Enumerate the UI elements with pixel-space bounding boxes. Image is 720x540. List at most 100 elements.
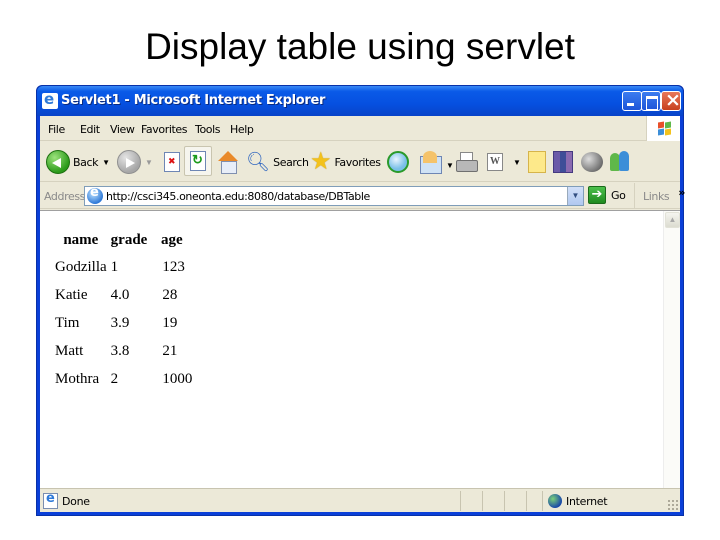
- maximize-button[interactable]: [641, 91, 661, 111]
- messenger-button[interactable]: [581, 148, 603, 176]
- browser-chrome: File Edit View Favorites Tools Help Back…: [40, 116, 685, 512]
- status-divider: [542, 491, 543, 511]
- back-label: Back: [73, 155, 99, 169]
- links-label: Links: [643, 189, 670, 203]
- table-row: Mothra 2 1000: [54, 365, 193, 393]
- stop-icon: [164, 152, 180, 172]
- favorites-label: Favorites: [334, 155, 381, 169]
- cell-name: Godzilla: [55, 258, 107, 275]
- menu-view[interactable]: View: [110, 123, 135, 136]
- go-button[interactable]: ➔ Go: [588, 186, 626, 204]
- title-bar[interactable]: Servlet1 - Microsoft Internet Explorer: [37, 86, 683, 116]
- status-divider: [504, 491, 505, 511]
- search-icon: 🔍︎: [246, 151, 271, 173]
- links-toolbar[interactable]: Links »: [634, 183, 685, 209]
- vertical-scrollbar[interactable]: ▲ ▼: [663, 211, 680, 510]
- research-icon: [553, 151, 573, 173]
- url-input[interactable]: [106, 187, 567, 205]
- minimize-button[interactable]: [622, 91, 642, 111]
- mail-dropdown-icon[interactable]: ▼: [446, 161, 454, 170]
- menu-file[interactable]: File: [48, 123, 65, 136]
- cell-grade: 2: [110, 370, 119, 387]
- cell-name: Matt: [55, 342, 84, 359]
- ie-document-icon: [42, 90, 58, 109]
- home-icon: [217, 151, 239, 174]
- column-header-name: name: [63, 231, 99, 248]
- mail-icon: [420, 151, 442, 174]
- page-content: name grade age Godzilla 1 123 Katie 4.0 …: [40, 210, 680, 510]
- status-divider: [526, 491, 527, 511]
- close-button[interactable]: [661, 89, 681, 111]
- history-icon: [387, 151, 409, 173]
- print-button[interactable]: [455, 148, 478, 176]
- cell-name: Tim: [55, 314, 80, 331]
- go-arrow-icon: ➔: [588, 186, 606, 204]
- internet-zone-globe-icon: [548, 494, 562, 508]
- table-row: Tim 3.9 19: [54, 309, 193, 337]
- cell-grade: 3.8: [110, 342, 130, 359]
- menu-bar: File Edit View Favorites Tools Help: [40, 116, 680, 141]
- stop-button[interactable]: [164, 148, 180, 176]
- address-dropdown-icon[interactable]: ▼: [567, 187, 583, 205]
- cell-age: 21: [162, 342, 178, 359]
- chevron-more-icon[interactable]: »: [678, 186, 685, 199]
- refresh-button[interactable]: [184, 146, 212, 176]
- menu-tools[interactable]: Tools: [195, 123, 221, 136]
- edit-dropdown-icon[interactable]: ▼: [513, 158, 521, 167]
- menu-favorites[interactable]: Favorites: [141, 123, 187, 136]
- research-button[interactable]: [553, 148, 573, 176]
- cell-grade: 4.0: [110, 286, 130, 303]
- column-header-age: age: [160, 231, 183, 248]
- favorites-star-icon: ★: [310, 148, 332, 175]
- scroll-up-icon[interactable]: ▲: [665, 212, 680, 228]
- status-divider: [460, 491, 461, 511]
- mail-button[interactable]: ▼: [420, 151, 454, 179]
- status-bar: Done Internet: [40, 488, 680, 512]
- address-label: Address: [44, 190, 86, 203]
- forward-button[interactable]: ▼: [117, 148, 153, 176]
- search-label: Search: [273, 155, 309, 169]
- messenger-icon: [581, 152, 603, 172]
- back-icon: [46, 150, 70, 174]
- windows-logo-icon: [646, 116, 680, 141]
- browser-window: Servlet1 - Microsoft Internet Explorer F…: [36, 85, 685, 516]
- go-label: Go: [611, 188, 626, 202]
- discuss-button[interactable]: [528, 148, 546, 176]
- table-row: Katie 4.0 28: [54, 281, 193, 309]
- forward-icon: [117, 150, 141, 174]
- table-row: Godzilla 1 123: [54, 253, 193, 281]
- forward-dropdown-icon[interactable]: ▼: [145, 158, 153, 167]
- cell-grade: 3.9: [110, 314, 130, 331]
- search-button[interactable]: 🔍︎ Search: [246, 148, 309, 176]
- favorites-button[interactable]: ★ Favorites: [310, 148, 381, 176]
- status-text: Done: [62, 495, 90, 508]
- security-zone-text: Internet: [566, 495, 608, 508]
- contacts-button[interactable]: [610, 148, 632, 176]
- contacts-icon: [610, 151, 632, 173]
- table-row: Matt 3.8 21: [54, 337, 193, 365]
- word-edit-icon: W: [487, 153, 503, 171]
- back-dropdown-icon[interactable]: ▼: [102, 158, 110, 167]
- data-table: name grade age Godzilla 1 123 Katie 4.0 …: [52, 227, 195, 393]
- slide-title: Display table using servlet: [145, 26, 575, 67]
- cell-age: 123: [162, 258, 185, 275]
- refresh-icon: [190, 151, 206, 171]
- resize-grip[interactable]: [667, 499, 678, 510]
- address-field[interactable]: ▼: [84, 185, 584, 206]
- cell-name: Katie: [55, 286, 88, 303]
- cell-grade: 1: [110, 258, 119, 275]
- back-button[interactable]: Back ▼: [46, 148, 110, 176]
- edit-button[interactable]: W ▼: [487, 148, 521, 176]
- address-bar: Address ▼ ➔ Go Links »: [40, 183, 685, 209]
- standard-toolbar: Back ▼ ▼ 🔍︎ Search ★ Favorites: [40, 142, 680, 182]
- menu-help[interactable]: Help: [230, 123, 254, 136]
- cell-age: 19: [162, 314, 178, 331]
- history-button[interactable]: [387, 148, 409, 176]
- home-button[interactable]: [217, 148, 239, 176]
- column-header-grade: grade: [110, 231, 148, 248]
- menu-edit[interactable]: Edit: [80, 123, 100, 136]
- window-title: Servlet1 - Microsoft Internet Explorer: [61, 93, 326, 108]
- print-icon: [455, 152, 478, 172]
- page-icon: [87, 185, 103, 204]
- cell-age: 1000: [162, 370, 193, 387]
